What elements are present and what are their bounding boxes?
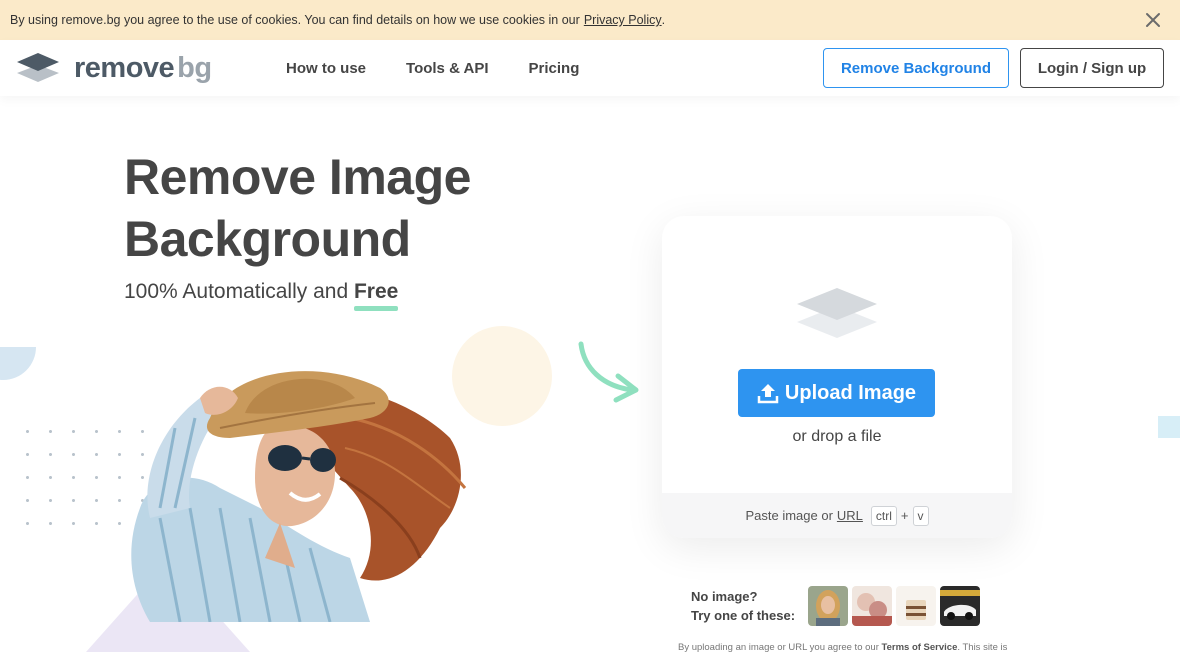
- logo[interactable]: remove bg: [16, 51, 212, 85]
- subtitle-prefix: 100% Automatically and: [124, 280, 349, 303]
- sample-prompt-line-1: No image?: [691, 589, 758, 604]
- drop-file-text: or drop a file: [792, 428, 882, 445]
- nav-how-to-use[interactable]: How to use: [286, 60, 366, 77]
- page-title: Remove Image Background: [124, 146, 471, 270]
- key-plus: +: [900, 508, 909, 523]
- main-nav: How to use Tools & API Pricing: [286, 40, 619, 96]
- upload-card[interactable]: Upload Image or drop a file Paste image …: [662, 216, 1012, 538]
- sample-prompt: No image? Try one of these:: [691, 587, 795, 625]
- cookie-period: .: [661, 13, 666, 27]
- title-line-1: Remove Image: [124, 149, 471, 205]
- site-header: remove bg How to use Tools & API Pricing …: [0, 40, 1180, 96]
- close-icon[interactable]: [1144, 11, 1162, 29]
- login-signup-button[interactable]: Login / Sign up: [1020, 48, 1164, 88]
- sample-thumb-car[interactable]: [940, 586, 980, 626]
- nav-pricing[interactable]: Pricing: [529, 60, 580, 77]
- hero-woman-photo: [131, 371, 467, 622]
- paste-url-link[interactable]: URL: [837, 508, 863, 523]
- curved-arrow-icon: [578, 341, 639, 403]
- paste-text: Paste image or: [745, 508, 833, 523]
- layers-icon: [797, 288, 877, 338]
- terms-text-after: . This site is: [957, 642, 1008, 653]
- cookie-banner: By using remove.bg you agree to the use …: [0, 0, 1180, 40]
- upload-icon: [757, 384, 779, 404]
- cookie-text: By using remove.bg you agree to the use …: [10, 13, 580, 27]
- terms-notice: By uploading an image or URL you agree t…: [678, 642, 1007, 653]
- title-line-2: Background: [124, 211, 411, 267]
- logo-layers-icon: [17, 53, 59, 82]
- upload-image-label: Upload Image: [784, 381, 917, 404]
- decorative-square: [1158, 416, 1180, 438]
- sample-prompt-line-2: Try one of these:: [691, 608, 796, 623]
- subtitle-free: Free: [353, 280, 399, 311]
- sample-thumb-cake[interactable]: [896, 586, 936, 626]
- upload-image-button[interactable]: Upload Image: [738, 369, 935, 417]
- key-v: v: [912, 505, 929, 526]
- sample-thumb-food[interactable]: [852, 586, 892, 626]
- terms-of-service-link[interactable]: Terms of Service: [882, 642, 958, 653]
- decorative-half-circle: [0, 347, 36, 380]
- key-ctrl: ctrl: [870, 505, 897, 526]
- nav-tools-api[interactable]: Tools & API: [406, 60, 489, 77]
- remove-background-button[interactable]: Remove Background: [823, 48, 1009, 88]
- terms-text-before: By uploading an image or URL you agree t…: [678, 642, 879, 653]
- paste-bar: Paste image or URL ctrl + v: [662, 493, 1012, 538]
- sample-thumb-woman[interactable]: [808, 586, 848, 626]
- page-subtitle: 100% Automatically and Free: [124, 280, 399, 311]
- privacy-policy-link[interactable]: Privacy Policy: [584, 13, 662, 27]
- logo-text: remove bg: [74, 51, 212, 84]
